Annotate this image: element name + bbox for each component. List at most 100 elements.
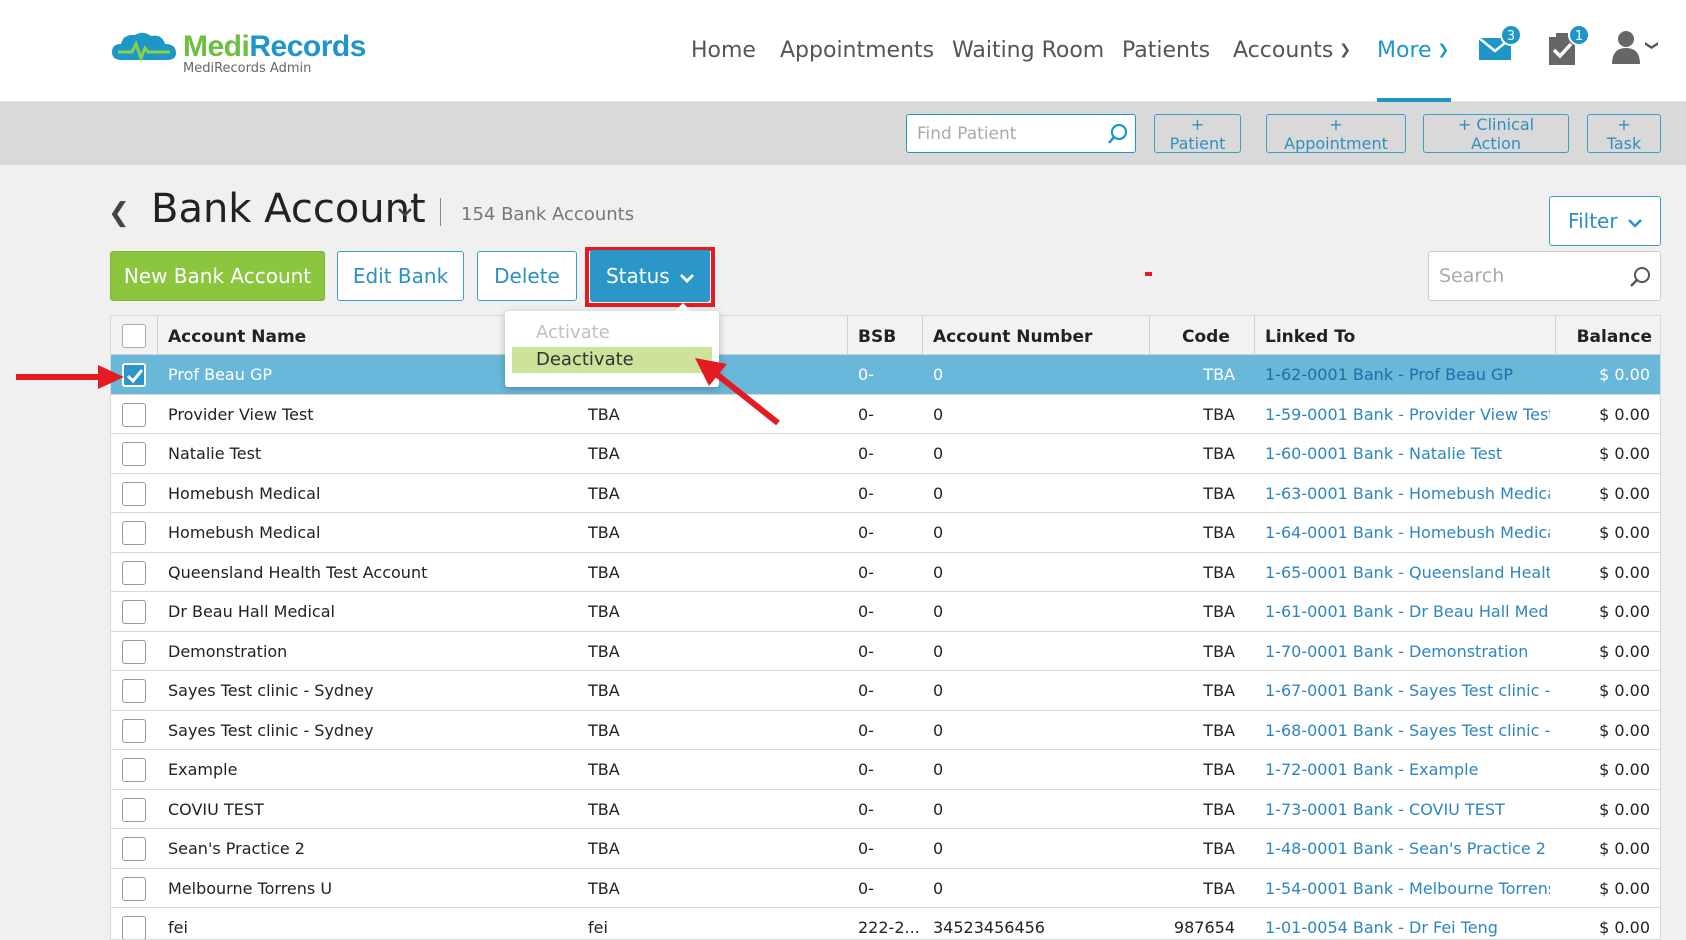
back-arrow-icon[interactable]: ❮ [108, 198, 130, 228]
cell-bank: TBA [588, 760, 620, 779]
cell-account-name: Dr Beau Hall Medical [168, 602, 335, 621]
table-row[interactable]: Natalie Test TBA 0- 0 TBA 1-60-0001 Bank - Na… [111, 434, 1660, 474]
chevron-down-icon[interactable] [398, 207, 412, 217]
cell-bsb: 0- [858, 760, 874, 779]
table-header: Account Name BSB Account Number Code Lin… [111, 316, 1660, 355]
cell-balance: $ 0.00 [1599, 562, 1650, 582]
app-logo[interactable]: MediRecords MediRecords Admin [110, 28, 370, 78]
header-bsb[interactable]: BSB [858, 327, 896, 347]
table-row[interactable]: COVIU TEST TBA 0- 0 TBA 1-73-0001 Bank - COVI… [111, 789, 1660, 829]
cell-balance: $ 0.00 [1599, 641, 1650, 661]
row-checkbox[interactable] [122, 481, 146, 506]
column-divider [1555, 316, 1556, 355]
search-icon[interactable] [1628, 265, 1652, 289]
cell-code: TBA [1203, 523, 1235, 542]
find-patient-field[interactable] [906, 114, 1136, 153]
row-checkbox[interactable] [122, 837, 146, 861]
user-menu-button[interactable]: ❯ [1612, 28, 1662, 68]
row-checkbox[interactable] [122, 402, 146, 427]
table-row[interactable]: Homebush Medical TBA 0- 0 TBA 1-64-0001 Bank … [111, 513, 1660, 553]
cell-linked-to[interactable]: 1-64-0001 Bank - Homebush Medical [1265, 523, 1550, 542]
table-row[interactable]: Sean's Practice 2 TBA 0- 0 TBA 1-48-0001 Bank… [111, 829, 1660, 869]
table-search-input[interactable] [1429, 252, 1619, 300]
table-row[interactable]: Demonstration TBA 0- 0 TBA 1-70-0001 Bank - D… [111, 631, 1660, 671]
cell-linked-to[interactable]: 1-65-0001 Bank - Queensland Health T... [1265, 563, 1550, 582]
delete-button[interactable]: Delete [477, 251, 577, 301]
table-row[interactable]: Homebush Medical TBA 0- 0 TBA 1-63-0001 Bank … [111, 473, 1660, 513]
table-search-field[interactable] [1428, 251, 1661, 301]
add-patient-button[interactable]: + Patient [1154, 114, 1241, 153]
nav-home[interactable]: Home [691, 38, 756, 63]
cell-linked-to[interactable]: 1-72-0001 Bank - Example [1265, 760, 1550, 779]
new-bank-account-button[interactable]: New Bank Account [110, 251, 325, 301]
nav-accounts[interactable]: Accounts ❯ [1233, 38, 1351, 63]
cell-account-name: Queensland Health Test Account [168, 562, 428, 582]
search-icon[interactable] [1107, 123, 1129, 145]
nav-appointments[interactable]: Appointments [780, 38, 934, 63]
row-checkbox[interactable] [122, 916, 146, 939]
cell-linked-to[interactable]: 1-59-0001 Bank - Provider View Test [1265, 405, 1550, 424]
cell-bsb: 0- [858, 404, 874, 424]
row-checkbox[interactable] [122, 600, 146, 624]
row-checkbox[interactable] [122, 718, 146, 743]
cell-linked-to[interactable]: 1-60-0001 Bank - Natalie Test [1265, 444, 1550, 463]
status-dropdown-button[interactable]: Status [590, 250, 710, 302]
cell-linked-to[interactable]: 1-63-0001 Bank - Homebush Medical [1265, 484, 1550, 503]
row-checkbox[interactable] [122, 639, 146, 664]
header-account-name[interactable]: Account Name [168, 327, 306, 347]
cell-account-number: 0 [933, 404, 944, 424]
table-row[interactable]: fei fei 222-2... 34523456456 987654 1-01-0054… [111, 908, 1660, 939]
row-checkbox[interactable] [122, 442, 146, 466]
table-row[interactable]: Example TBA 0- 0 TBA 1-72-0001 Bank - Example… [111, 750, 1660, 790]
cell-linked-to[interactable]: 1-70-0001 Bank - Demonstration [1265, 642, 1550, 661]
row-checkbox[interactable] [122, 797, 146, 822]
column-divider [157, 316, 158, 355]
add-task-button[interactable]: + Task [1587, 114, 1661, 153]
annotation-arrow-icon [695, 358, 780, 426]
cell-account-name: fei [168, 918, 188, 937]
menu-item-deactivate[interactable]: Deactivate [512, 347, 712, 373]
table-row[interactable]: Provider View Test TBA 0- 0 TBA 1-59-0001 Ban… [111, 394, 1660, 434]
cell-bank: TBA [588, 602, 620, 621]
find-patient-input[interactable] [907, 115, 1097, 152]
nav-more[interactable]: More ❯ [1377, 38, 1449, 63]
cell-linked-to[interactable]: 1-54-0001 Bank - Melbourne Torrens U [1265, 879, 1550, 898]
cell-code: TBA [1203, 641, 1235, 661]
record-count: 154 Bank Accounts [461, 204, 635, 225]
header-code[interactable]: Code [1182, 327, 1230, 347]
row-checkbox[interactable] [122, 876, 146, 901]
header-account-number[interactable]: Account Number [933, 327, 1092, 347]
row-checkbox[interactable] [122, 679, 146, 703]
tasks-button[interactable]: 1 [1546, 24, 1590, 68]
nav-waiting-room[interactable]: Waiting Room [952, 38, 1104, 63]
cell-linked-to[interactable]: 1-67-0001 Bank - Sayes Test clinic - Sy.… [1265, 681, 1550, 700]
cell-linked-to[interactable]: 1-62-0001 Bank - Prof Beau GP [1265, 365, 1550, 384]
row-checkbox[interactable] [122, 758, 146, 782]
cell-linked-to[interactable]: 1-73-0001 Bank - COVIU TEST [1265, 800, 1550, 819]
row-checkbox[interactable] [122, 560, 146, 585]
add-appointment-button[interactable]: + Appointment [1266, 114, 1406, 153]
mail-button[interactable]: 3 [1478, 24, 1522, 68]
cell-linked-to[interactable]: 1-61-0001 Bank - Dr Beau Hall Medical [1265, 602, 1550, 621]
select-all-checkbox[interactable] [122, 324, 146, 348]
edit-bank-button[interactable]: Edit Bank [337, 251, 464, 301]
cell-linked-to[interactable]: 1-01-0054 Bank - Dr Fei Teng [1265, 918, 1550, 937]
row-checkbox[interactable] [122, 521, 146, 545]
table-row[interactable]: Prof Beau GP 0- 0 TBA 1-62-0001 Bank - Prof … [111, 355, 1660, 395]
header-linked-to[interactable]: Linked To [1265, 327, 1355, 347]
table-row[interactable]: Melbourne Torrens U TBA 0- 0 TBA 1-54-0001 Ba… [111, 868, 1660, 908]
cell-linked-to[interactable]: 1-68-0001 Bank - Sayes Test clinic - Sy.… [1265, 721, 1550, 740]
header-balance[interactable]: Balance [1577, 327, 1652, 347]
cell-account-number: 0 [933, 365, 944, 384]
table-row[interactable]: Sayes Test clinic - Sydney TBA 0- 0 TBA 1-68-… [111, 710, 1660, 750]
table-row[interactable]: Queensland Health Test Account TBA 0- 0 TBA 1… [111, 552, 1660, 592]
add-clinical-action-button[interactable]: + Clinical Action [1423, 114, 1569, 153]
cell-balance: $ 0.00 [1599, 483, 1650, 503]
table-row[interactable]: Dr Beau Hall Medical TBA 0- 0 TBA 1-61-0001 B… [111, 592, 1660, 632]
nav-patients[interactable]: Patients [1122, 38, 1210, 63]
cell-account-name: Sayes Test clinic - Sydney [168, 681, 374, 700]
cell-linked-to[interactable]: 1-48-0001 Bank - Sean's Practice 2 [1265, 839, 1550, 858]
cell-bank: TBA [588, 562, 620, 582]
filter-button[interactable]: Filter [1549, 196, 1661, 246]
table-row[interactable]: Sayes Test clinic - Sydney TBA 0- 0 TBA 1-67-… [111, 671, 1660, 711]
